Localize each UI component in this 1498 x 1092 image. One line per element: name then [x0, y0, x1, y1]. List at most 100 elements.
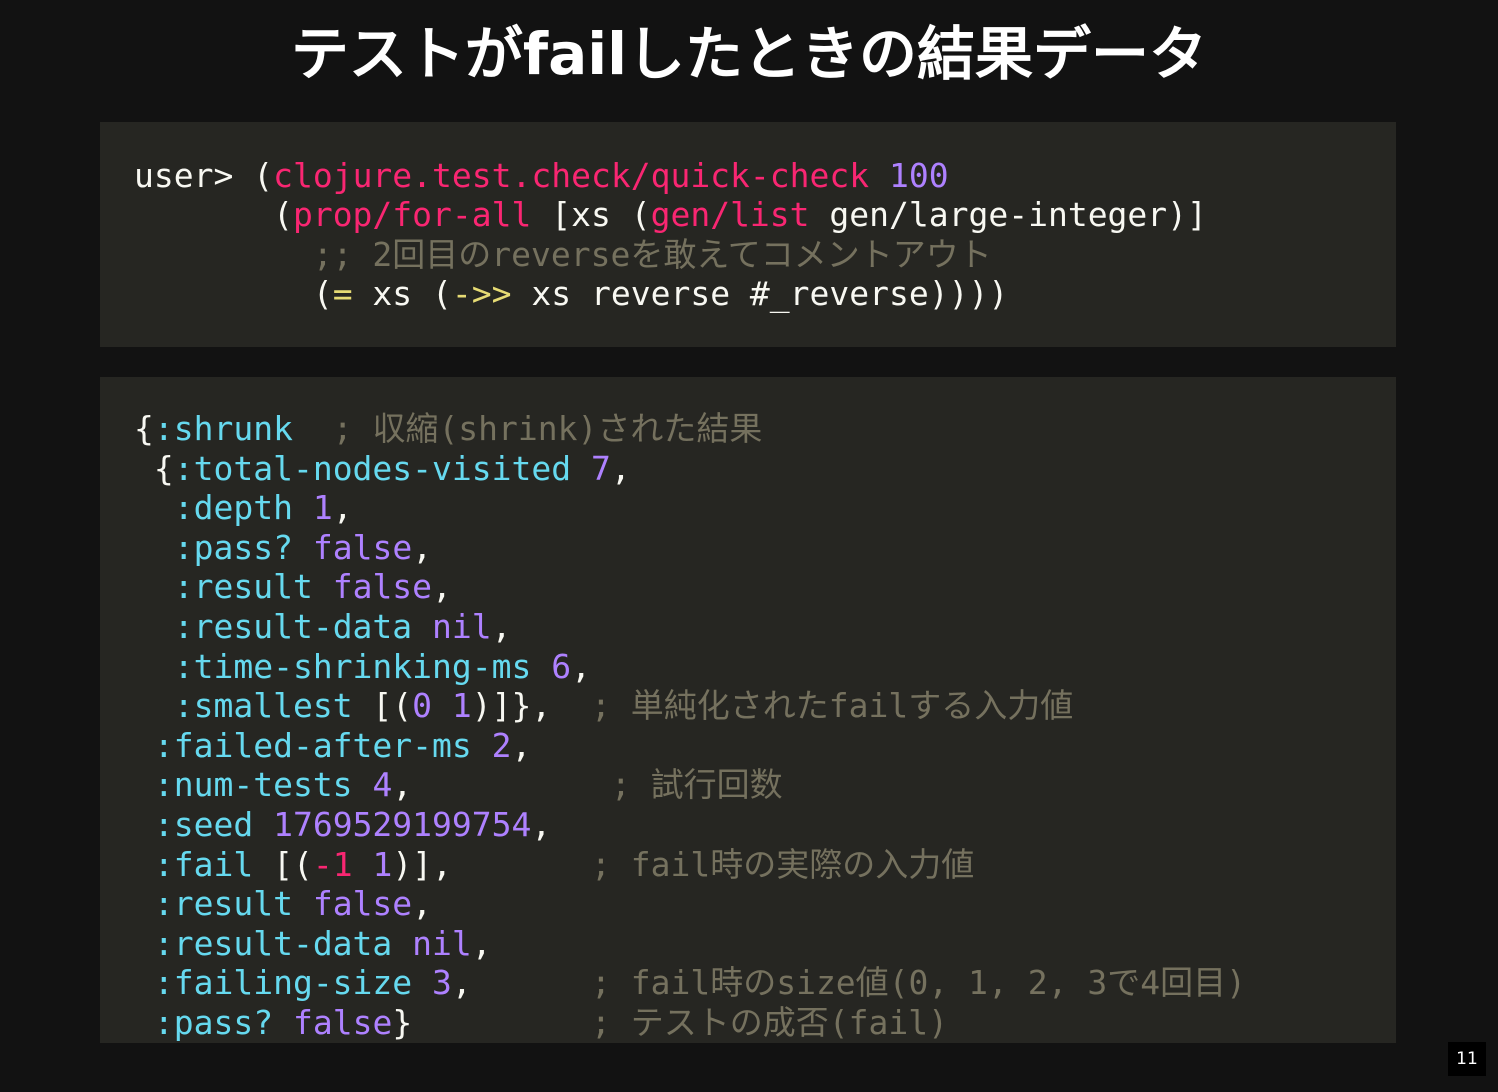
code-keyword: :depth [173, 488, 293, 528]
code-number: 1 [451, 686, 472, 726]
code-keyword: :failed-after-ms [153, 725, 472, 765]
code-padding [452, 845, 591, 884]
code-value: nil [412, 923, 472, 963]
code-number: 7 [590, 448, 611, 488]
code-token: , [392, 765, 413, 805]
code-line: {:total-nodes-visited 7, [134, 449, 1396, 489]
code-token: , [511, 725, 532, 765]
code-comment: ; 試行回数 [610, 765, 783, 805]
code-line: :pass? false} ; テストの成否(fail) [134, 1003, 1396, 1043]
code-line: :result-data nil, [134, 924, 1396, 964]
code-comment: ; fail時の実際の入力値 [591, 844, 975, 884]
code-token: , [412, 527, 433, 567]
code-keyword: :num-tests [153, 765, 353, 805]
code-token: , [412, 884, 433, 924]
code-padding [472, 963, 591, 1002]
code-value: false [312, 527, 413, 567]
code-value: nil [432, 606, 492, 646]
code-padding [551, 686, 591, 725]
code-keyword: :fail [153, 844, 254, 884]
code-keyword: :result-data [173, 606, 413, 646]
code-line: :seed 1769529199754, [134, 805, 1396, 845]
code-token: )], [392, 844, 452, 884]
code-number: 0 [412, 686, 433, 726]
code-function: prop/for-all [292, 195, 532, 235]
code-value: false [332, 567, 433, 607]
code-keyword: :failing-size [153, 963, 413, 1003]
code-line: :fail [(-1 1)], ; fail時の実際の入力値 [134, 845, 1396, 885]
code-comment: ;; 2回目のreverseを敢えてコメントアウト [312, 234, 992, 274]
code-keyword: :result-data [153, 923, 393, 963]
code-comment: ; 収縮(shrink)された結果 [332, 409, 763, 448]
code-number: 1 [372, 844, 393, 884]
code-token: [xs ( [531, 195, 651, 235]
code-line: :pass? false, [134, 528, 1396, 568]
code-operator: = [332, 273, 353, 313]
code-number: 2 [491, 725, 512, 765]
code-number: 1769529199754 [273, 804, 532, 844]
code-line: :failed-after-ms 2, [134, 726, 1396, 766]
code-token: ( [273, 195, 293, 235]
code-token: [( [352, 686, 413, 726]
code-comment: ; テストの成否(fail) [591, 1002, 948, 1042]
code-output-block: {:shrunk ; 収縮(shrink)された結果 {:total-nodes… [100, 377, 1396, 1043]
code-number: 4 [372, 765, 393, 805]
code-negative-number: -1 [312, 844, 353, 884]
code-function: clojure.test.check/quick-check [273, 156, 870, 195]
code-token: , [531, 804, 552, 844]
code-token: { [134, 409, 154, 448]
code-token: ( [253, 156, 274, 195]
code-line: :result-data nil, [134, 607, 1396, 647]
code-token: gen/large-integer)] [809, 195, 1207, 235]
code-keyword: :time-shrinking-ms [173, 646, 532, 686]
code-comment: ; 単純化されたfailする入力値 [591, 686, 1074, 726]
code-value: false [292, 1002, 393, 1042]
code-token: , [571, 646, 591, 686]
code-number: 1 [312, 488, 333, 528]
code-line: :depth 1, [134, 488, 1396, 528]
code-value: false [312, 884, 413, 924]
code-keyword: :smallest [173, 686, 353, 726]
code-number: 3 [432, 963, 452, 1003]
code-line: (= xs (->> xs reverse #_reverse)))) [134, 274, 1396, 313]
code-token: xs reverse #_reverse)))) [511, 273, 1009, 313]
code-token: , [432, 567, 452, 607]
code-padding [412, 765, 611, 804]
code-keyword: :seed [153, 804, 254, 844]
code-input-block: user> (clojure.test.check/quick-check 10… [100, 122, 1396, 347]
code-line: :time-shrinking-ms 6, [134, 647, 1396, 687]
code-keyword: :pass? [153, 1002, 274, 1042]
code-keyword: :result [153, 884, 293, 924]
code-line: :result false, [134, 567, 1396, 607]
code-token: } [392, 1002, 413, 1042]
code-keyword: :pass? [173, 527, 293, 567]
code-token: )]}, [471, 686, 552, 726]
